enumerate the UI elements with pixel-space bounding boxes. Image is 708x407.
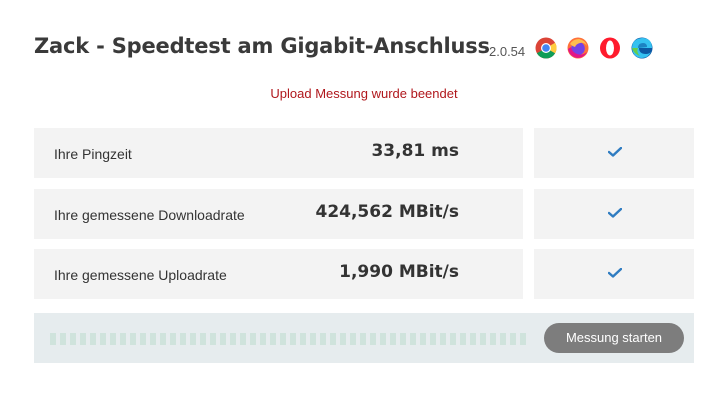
progress-segment: [350, 333, 356, 345]
check-icon: [608, 268, 622, 278]
progress-segment: [170, 333, 176, 345]
ping-value: 33,81 ms: [371, 141, 459, 161]
progress-segment: [460, 333, 466, 345]
ping-status-cell: [534, 128, 694, 178]
progress-segment: [260, 333, 266, 345]
progress-segment: [280, 333, 286, 345]
edge-icon[interactable]: [631, 37, 653, 59]
browser-icons: [535, 37, 653, 59]
upload-label: Ihre gemessene Uploadrate: [54, 267, 227, 283]
download-row: Ihre gemessene Downloadrate 424,562 MBit…: [34, 189, 523, 239]
progress-segment: [310, 333, 316, 345]
progress-segment: [160, 333, 166, 345]
progress-segment: [50, 333, 56, 345]
upload-row: Ihre gemessene Uploadrate 1,990 MBit/s: [34, 249, 523, 299]
opera-icon[interactable]: [599, 37, 621, 59]
progress-segment: [110, 333, 116, 345]
status-message: Upload Messung wurde beendet: [270, 86, 458, 101]
download-label: Ihre gemessene Downloadrate: [54, 207, 245, 223]
progress-segment: [360, 333, 366, 345]
progress-segment: [410, 333, 416, 345]
progress-bar: Messung starten: [34, 313, 694, 363]
ping-row: Ihre Pingzeit 33,81 ms: [34, 128, 523, 178]
progress-segment: [220, 333, 226, 345]
check-icon: [608, 208, 622, 218]
firefox-icon[interactable]: [567, 37, 589, 59]
progress-segment: [120, 333, 126, 345]
progress-segment: [200, 333, 206, 345]
progress-segment: [290, 333, 296, 345]
upload-status-cell: [534, 249, 694, 299]
progress-segment: [470, 333, 476, 345]
progress-segment: [180, 333, 186, 345]
progress-segment: [60, 333, 66, 345]
progress-segment: [490, 333, 496, 345]
chrome-icon[interactable]: [535, 37, 557, 59]
progress-segment: [300, 333, 306, 345]
progress-segment: [210, 333, 216, 345]
progress-segments: [50, 333, 526, 345]
progress-segment: [520, 333, 526, 345]
progress-segment: [150, 333, 156, 345]
progress-segment: [240, 333, 246, 345]
progress-segment: [80, 333, 86, 345]
progress-segment: [400, 333, 406, 345]
progress-segment: [70, 333, 76, 345]
progress-segment: [370, 333, 376, 345]
progress-segment: [270, 333, 276, 345]
progress-segment: [250, 333, 256, 345]
upload-value: 1,990 MBit/s: [339, 262, 459, 282]
ping-label: Ihre Pingzeit: [54, 146, 132, 162]
progress-segment: [500, 333, 506, 345]
progress-segment: [140, 333, 146, 345]
page-title: Zack - Speedtest am Gigabit-Anschluss: [34, 34, 490, 58]
version-label: 2.0.54: [489, 44, 526, 59]
progress-segment: [100, 333, 106, 345]
progress-segment: [90, 333, 96, 345]
progress-segment: [440, 333, 446, 345]
download-status-cell: [534, 189, 694, 239]
progress-segment: [390, 333, 396, 345]
progress-segment: [340, 333, 346, 345]
progress-segment: [130, 333, 136, 345]
progress-segment: [480, 333, 486, 345]
progress-segment: [320, 333, 326, 345]
progress-segment: [450, 333, 456, 345]
download-value: 424,562 MBit/s: [315, 202, 459, 222]
progress-segment: [190, 333, 196, 345]
progress-segment: [330, 333, 336, 345]
check-icon: [608, 147, 622, 157]
progress-segment: [510, 333, 516, 345]
progress-segment: [420, 333, 426, 345]
progress-segment: [380, 333, 386, 345]
progress-segment: [430, 333, 436, 345]
progress-segment: [230, 333, 236, 345]
start-measurement-button[interactable]: Messung starten: [544, 323, 684, 353]
